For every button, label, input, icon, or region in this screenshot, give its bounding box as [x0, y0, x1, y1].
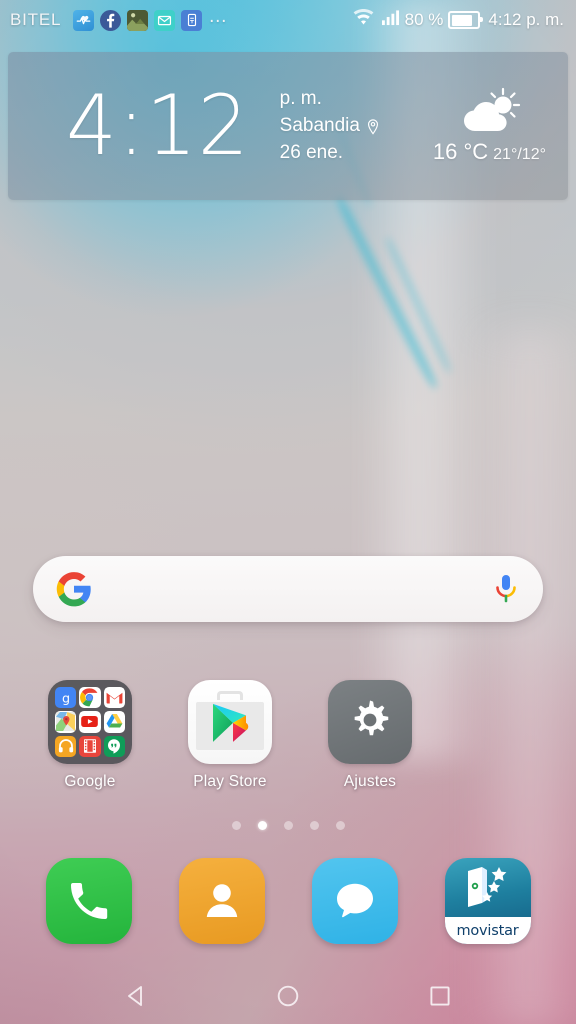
page-dot-active[interactable] — [257, 821, 267, 830]
widget-temperature-row: 16 °C 21°/12° — [433, 139, 546, 165]
gmail-icon — [103, 687, 125, 709]
play-movies-icon — [79, 735, 101, 757]
widget-location-row[interactable]: Sabandia — [280, 115, 380, 137]
cellular-signal-icon — [381, 9, 400, 31]
dock: movistar — [0, 858, 576, 944]
widget-meta: p. m. Sabandia 26 ene. — [280, 88, 380, 164]
page-indicator[interactable] — [0, 821, 576, 830]
app-icon — [181, 9, 203, 31]
status-bar-right: 80 % 4:12 p. m. — [351, 8, 564, 32]
notification-icons[interactable]: … — [73, 7, 228, 31]
back-triangle-icon[interactable] — [108, 976, 164, 1016]
app-label: Play Store — [193, 773, 267, 790]
page-dot[interactable] — [335, 821, 345, 830]
health-icon — [73, 9, 95, 31]
hangouts-icon — [103, 735, 125, 757]
status-bar[interactable]: BITEL … 80 % 4:12 p. m. — [0, 0, 576, 40]
drive-icon — [103, 711, 125, 733]
location-pin-icon — [366, 119, 380, 135]
photo-icon — [127, 9, 149, 31]
chrome-icon — [79, 687, 101, 709]
home-screen: BITEL … 80 % 4:12 p. m. 4:12 p. m. Saban… — [0, 0, 576, 1024]
wifi-icon — [351, 8, 376, 32]
app-item-google-folder[interactable]: g Google — [20, 680, 160, 791]
status-bar-left: BITEL … — [10, 7, 228, 31]
widget-temperature: 16 °C — [432, 139, 489, 164]
page-dot[interactable] — [283, 821, 293, 830]
partly-cloudy-icon — [457, 87, 521, 137]
maps-icon — [55, 711, 77, 733]
navigation-bar — [0, 968, 576, 1024]
app-item-ajustes[interactable]: Ajustes — [300, 680, 440, 791]
widget-clock-time[interactable]: 4:12 — [66, 84, 250, 167]
phone-icon[interactable] — [45, 858, 132, 944]
clock-weather-widget[interactable]: 4:12 p. m. Sabandia 26 ene. 16 °C 21°/12… — [8, 52, 568, 200]
facebook-icon — [100, 9, 122, 31]
movistar-icon[interactable]: movistar — [444, 858, 531, 944]
app-item-play-store[interactable]: Play Store — [160, 680, 300, 791]
battery-icon — [448, 11, 484, 29]
google-g-icon — [55, 570, 93, 608]
youtube-icon — [79, 711, 101, 733]
page-dot[interactable] — [309, 821, 319, 830]
page-dot[interactable] — [231, 821, 241, 830]
play-store-icon[interactable] — [188, 680, 272, 764]
widget-high-low: 21°/12° — [493, 146, 546, 163]
google-search-bar[interactable] — [33, 556, 543, 622]
microphone-icon[interactable] — [493, 572, 519, 606]
svg-text:g: g — [62, 691, 70, 706]
widget-date-row: 26 ene. — [280, 142, 380, 164]
carrier-label: BITEL — [10, 10, 62, 29]
google-folder-icon[interactable]: g — [48, 680, 132, 764]
app-label: Ajustes — [343, 773, 397, 790]
messages-icon[interactable] — [311, 858, 398, 944]
recents-square-icon[interactable] — [412, 976, 468, 1016]
widget-meridiem-row: p. m. — [280, 88, 380, 110]
play-music-icon — [55, 735, 77, 757]
notification-overflow-icon[interactable]: … — [208, 7, 228, 26]
settings-gear-icon[interactable] — [328, 680, 412, 764]
app-grid: g Google Play Store Ajustes — [0, 680, 576, 791]
google-search-icon: g — [55, 687, 77, 709]
widget-location: Sabandia — [279, 115, 360, 137]
search-input[interactable] — [93, 556, 493, 622]
status-bar-clock: 4:12 p. m. — [488, 10, 564, 29]
widget-meridiem: p. m. — [279, 88, 322, 110]
battery-percent-label: 80 % — [404, 10, 444, 29]
widget-weather[interactable]: 16 °C 21°/12° — [433, 87, 552, 165]
contacts-icon[interactable] — [178, 858, 265, 944]
widget-date: 26 ene. — [279, 141, 344, 163]
home-circle-icon[interactable] — [260, 976, 316, 1016]
movistar-wordmark: movistar — [444, 917, 531, 944]
mail-icon — [154, 9, 176, 31]
app-label: Google — [64, 773, 116, 790]
